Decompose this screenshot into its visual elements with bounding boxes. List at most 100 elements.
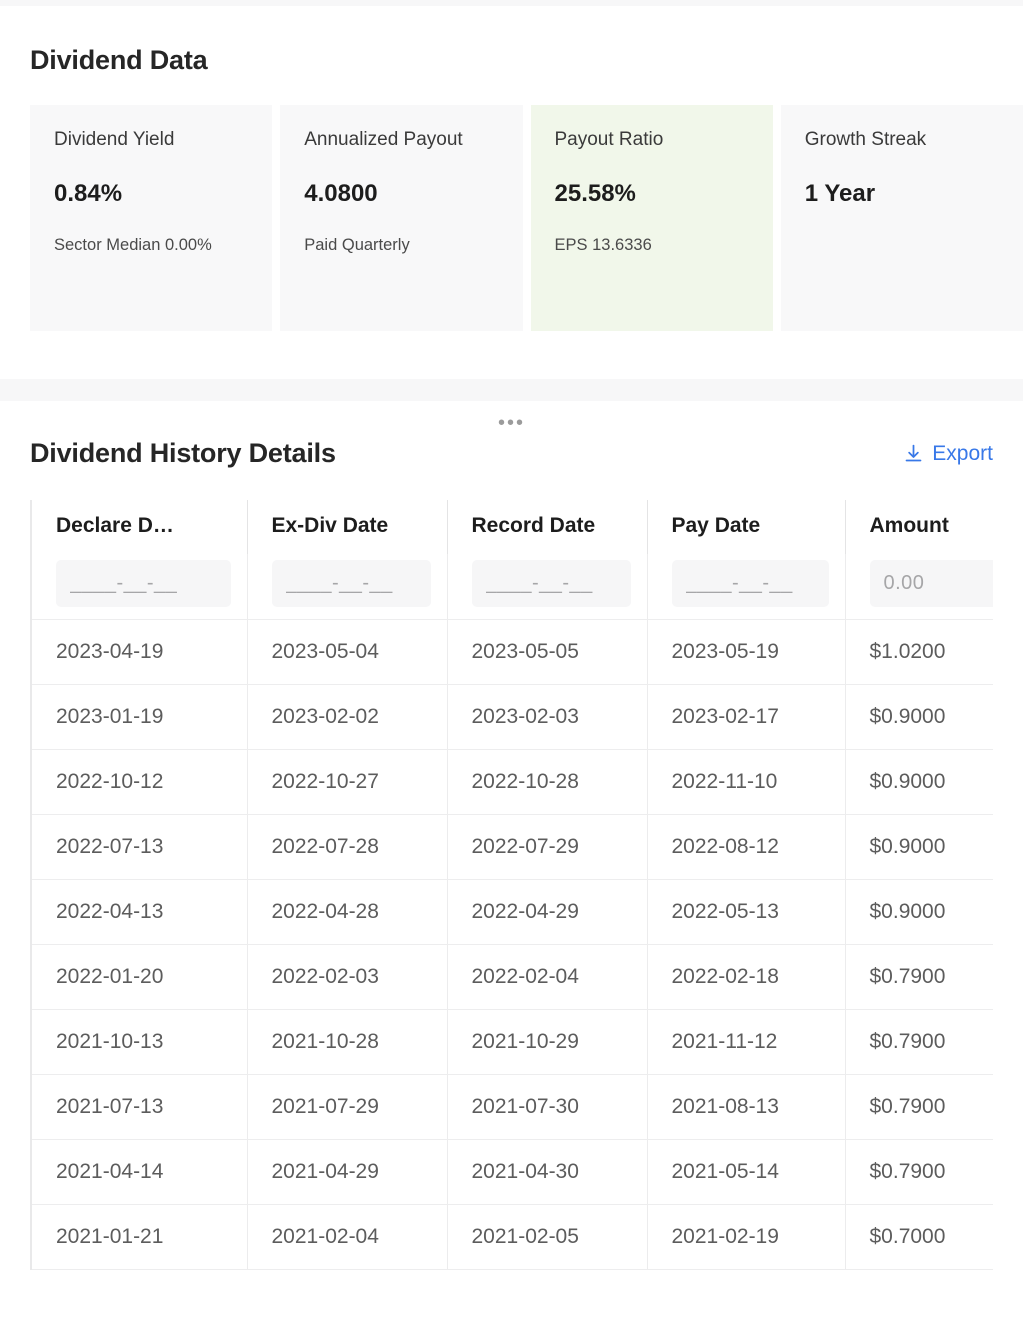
declare-date-filter-input[interactable] — [56, 559, 231, 607]
record-date-filter-input[interactable] — [471, 559, 631, 607]
table-filter-body — [32, 553, 993, 620]
table-row[interactable]: 2022-04-13 2022-04-28 2022-04-29 2022-05… — [32, 879, 993, 945]
column-header-record-date[interactable]: Record Date — [447, 499, 648, 554]
table-row[interactable]: 2021-04-14 2021-04-29 2021-04-30 2021-05… — [32, 1139, 993, 1205]
stat-value: 4.0800 — [304, 179, 378, 207]
cell-ex-div-date: 2022-07-28 — [247, 814, 448, 880]
cell-declare-date: 2022-04-13 — [32, 879, 248, 945]
amount-filter-input[interactable] — [869, 559, 993, 607]
stat-card-annualized-payout: Annualized Payout 4.0800 Paid Quarterly — [280, 105, 523, 332]
cell-pay-date: 2021-02-19 — [647, 1204, 846, 1270]
cell-declare-date: 2021-10-13 — [32, 1009, 248, 1075]
cell-declare-date: 2022-01-20 — [32, 944, 248, 1010]
cell-pay-date: 2022-08-12 — [647, 814, 846, 880]
stat-card-growth-streak: Growth Streak 1 Year — [780, 105, 1023, 332]
cell-amount: $0.7000 — [845, 1204, 993, 1270]
cell-record-date: 2023-05-05 — [447, 619, 648, 685]
cell-declare-date: 2022-10-12 — [32, 749, 248, 815]
cell-record-date: 2022-10-28 — [447, 749, 648, 815]
dividend-history-table-scroll[interactable]: Declare D… Ex-Div Date Record Date Pay D… — [30, 499, 993, 1270]
cell-amount: $0.9000 — [845, 749, 993, 815]
pay-date-filter-input[interactable] — [671, 559, 829, 607]
cell-declare-date: 2021-01-21 — [32, 1204, 248, 1270]
cell-record-date: 2023-02-03 — [447, 684, 648, 750]
cell-ex-div-date: 2022-04-28 — [247, 879, 448, 945]
cell-record-date: 2021-04-30 — [447, 1139, 648, 1205]
cell-amount: $0.7900 — [845, 944, 993, 1010]
cell-record-date: 2021-07-30 — [447, 1074, 648, 1140]
filter-cell-pay-date — [647, 553, 846, 620]
stat-label: Dividend Yield — [54, 129, 175, 151]
stat-value: 25.58% — [554, 179, 636, 207]
filter-cell-record-date — [447, 553, 648, 620]
cell-record-date: 2021-10-29 — [447, 1009, 648, 1075]
stat-value: 0.84% — [54, 179, 123, 207]
stat-subtext: Sector Median 0.00% — [54, 236, 212, 255]
cell-ex-div-date: 2021-10-28 — [247, 1009, 448, 1075]
cell-record-date: 2022-07-29 — [447, 814, 648, 880]
column-header-declare-date[interactable]: Declare D… — [32, 499, 248, 554]
stat-value: 1 Year — [804, 179, 876, 207]
table-head: Declare D… Ex-Div Date Record Date Pay D… — [32, 499, 993, 554]
cell-ex-div-date: 2021-04-29 — [247, 1139, 448, 1205]
cell-amount: $0.9000 — [845, 814, 993, 880]
cell-ex-div-date: 2023-02-02 — [247, 684, 448, 750]
cell-declare-date: 2023-01-19 — [32, 684, 248, 750]
table-row[interactable]: 2022-07-13 2022-07-28 2022-07-29 2022-08… — [32, 814, 993, 880]
cell-declare-date: 2022-07-13 — [32, 814, 248, 880]
dividend-data-section: Dividend Data Dividend Yield 0.84% Secto… — [0, 6, 1023, 332]
cell-pay-date: 2022-11-10 — [647, 749, 846, 815]
table-filter-row — [32, 553, 993, 620]
cell-record-date: 2022-02-04 — [447, 944, 648, 1010]
table-row[interactable]: 2022-10-12 2022-10-27 2022-10-28 2022-11… — [32, 749, 993, 815]
dividend-history-table: Declare D… Ex-Div Date Record Date Pay D… — [32, 499, 993, 1270]
export-button[interactable]: Export — [903, 442, 993, 466]
export-label: Export — [932, 441, 993, 465]
cell-ex-div-date: 2021-02-04 — [247, 1204, 448, 1270]
cell-pay-date: 2023-02-17 — [647, 684, 846, 750]
stat-card-row: Dividend Yield 0.84% Sector Median 0.00%… — [30, 105, 1023, 332]
cell-declare-date: 2021-07-13 — [32, 1074, 248, 1140]
cell-pay-date: 2022-05-13 — [647, 879, 846, 945]
table-body: 2023-04-19 2023-05-04 2023-05-05 2023-05… — [32, 619, 993, 1270]
table-row[interactable]: 2023-04-19 2023-05-04 2023-05-05 2023-05… — [32, 619, 993, 685]
cell-pay-date: 2021-05-14 — [647, 1139, 846, 1205]
cell-amount: $1.0200 — [845, 619, 993, 685]
cell-amount: $0.7900 — [845, 1074, 993, 1140]
table-row[interactable]: 2021-01-21 2021-02-04 2021-02-05 2021-02… — [32, 1204, 993, 1270]
cell-declare-date: 2021-04-14 — [32, 1139, 248, 1205]
table-row[interactable]: 2022-01-20 2022-02-03 2022-02-04 2022-02… — [32, 944, 993, 1010]
filter-cell-declare-date — [32, 553, 248, 620]
dividend-history-section: ••• Dividend History Details Export Decl… — [0, 401, 1023, 1270]
cell-ex-div-date: 2021-07-29 — [247, 1074, 448, 1140]
column-header-ex-div-date[interactable]: Ex-Div Date — [247, 499, 448, 554]
panel-divider — [0, 379, 1023, 402]
page-title: Dividend Data — [30, 45, 208, 75]
cell-pay-date: 2021-11-12 — [647, 1009, 846, 1075]
cell-pay-date: 2021-08-13 — [647, 1074, 846, 1140]
stat-subtext: Paid Quarterly — [304, 236, 410, 255]
stat-label: Payout Ratio — [554, 129, 664, 151]
cell-record-date: 2021-02-05 — [447, 1204, 648, 1270]
table-header-row: Declare D… Ex-Div Date Record Date Pay D… — [32, 499, 993, 554]
cell-amount: $0.7900 — [845, 1009, 993, 1075]
filter-cell-ex-div-date — [247, 553, 448, 620]
table-row[interactable]: 2021-07-13 2021-07-29 2021-07-30 2021-08… — [32, 1074, 993, 1140]
cell-amount: $0.9000 — [845, 684, 993, 750]
table-row[interactable]: 2023-01-19 2023-02-02 2023-02-03 2023-02… — [32, 684, 993, 750]
drag-handle-icon[interactable]: ••• — [0, 413, 1023, 433]
stat-card-payout-ratio: Payout Ratio 25.58% EPS 13.6336 — [530, 105, 773, 332]
table-row[interactable]: 2021-10-13 2021-10-28 2021-10-29 2021-11… — [32, 1009, 993, 1075]
cell-pay-date: 2023-05-19 — [647, 619, 846, 685]
stat-label: Annualized Payout — [304, 129, 463, 151]
column-header-amount[interactable]: Amount — [845, 499, 993, 554]
cell-amount: $0.9000 — [845, 879, 993, 945]
page-root: Dividend Data Dividend Yield 0.84% Secto… — [0, 0, 1023, 1324]
cell-ex-div-date: 2022-02-03 — [247, 944, 448, 1010]
cell-declare-date: 2023-04-19 — [32, 619, 248, 685]
column-header-pay-date[interactable]: Pay Date — [647, 499, 846, 554]
ex-div-date-filter-input[interactable] — [271, 559, 431, 607]
stat-subtext: EPS 13.6336 — [554, 236, 652, 255]
cell-amount: $0.7900 — [845, 1139, 993, 1205]
stat-label: Growth Streak — [804, 129, 927, 151]
